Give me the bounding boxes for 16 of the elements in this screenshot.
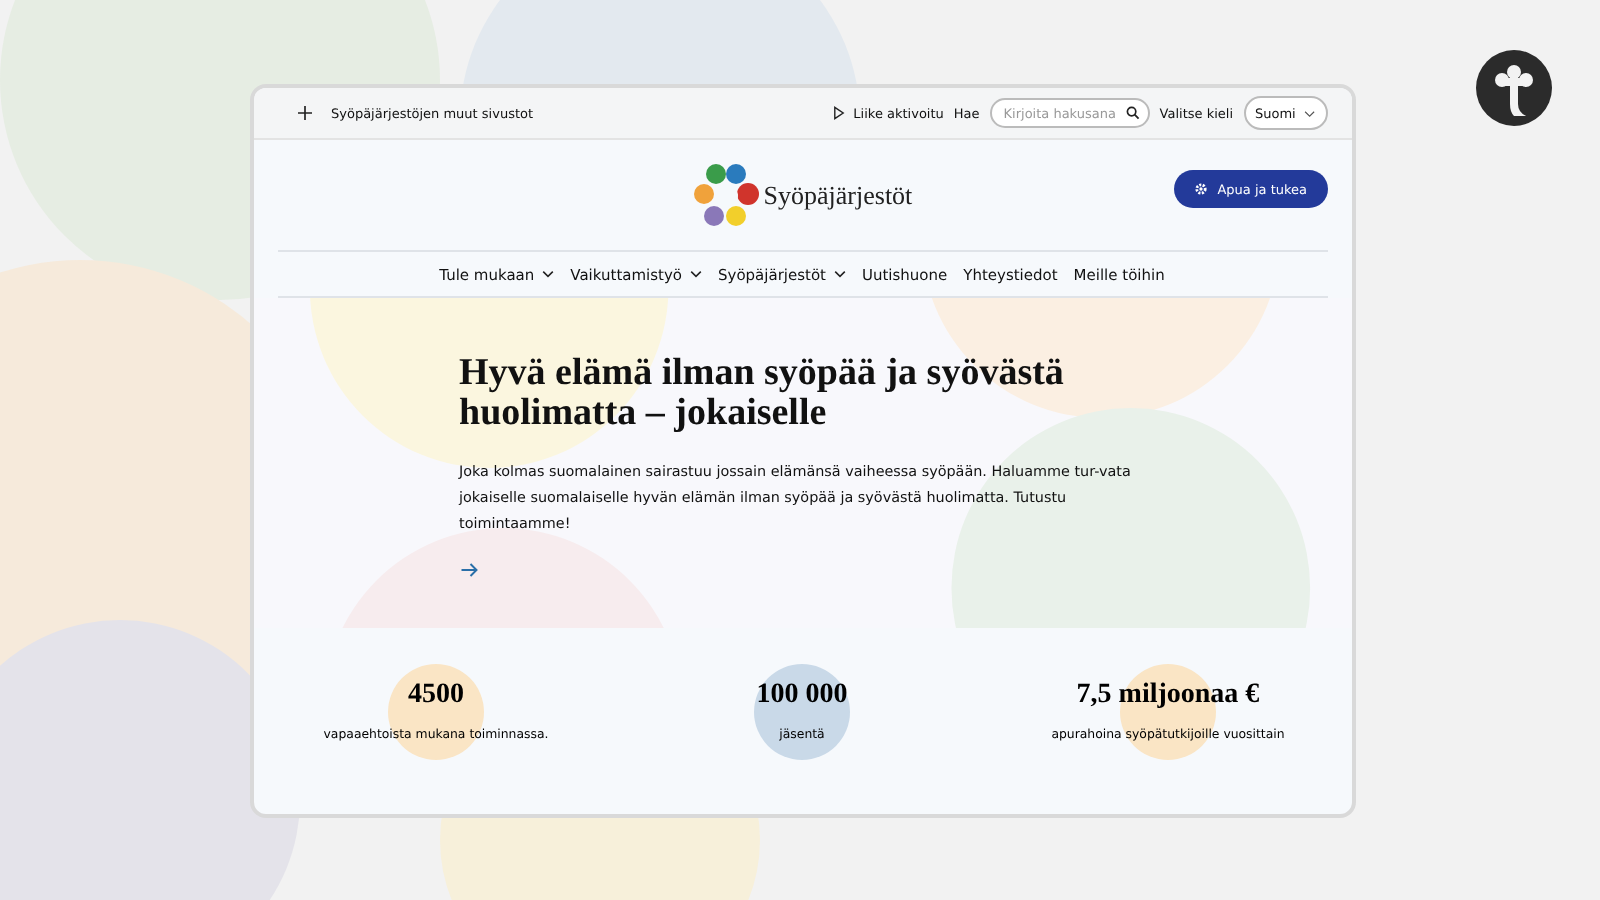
chevron-down-icon xyxy=(1303,109,1315,117)
hero-title: Hyvä elämä ilman syöpää ja syövästä huolimatta – jokaiselle xyxy=(459,354,1066,434)
plus-icon xyxy=(297,106,311,120)
stat-value: 7,5 miljoonaa € xyxy=(1076,680,1260,712)
stat-value: 4500 xyxy=(408,680,464,712)
play-icon xyxy=(831,106,846,120)
chevron-down-icon xyxy=(690,270,702,278)
logo-icon[interactable] xyxy=(691,161,760,229)
gear-icon xyxy=(1193,182,1208,196)
stat-value: 100 000 xyxy=(756,680,848,712)
chevron-down-icon xyxy=(833,270,846,278)
arrow-right-icon[interactable] xyxy=(459,562,477,578)
chevron-down-icon xyxy=(542,270,555,278)
clover-icon xyxy=(1474,48,1554,128)
search-icon[interactable] xyxy=(1125,106,1140,120)
logo-text[interactable]: Syöpäjärjestöt xyxy=(763,179,913,211)
